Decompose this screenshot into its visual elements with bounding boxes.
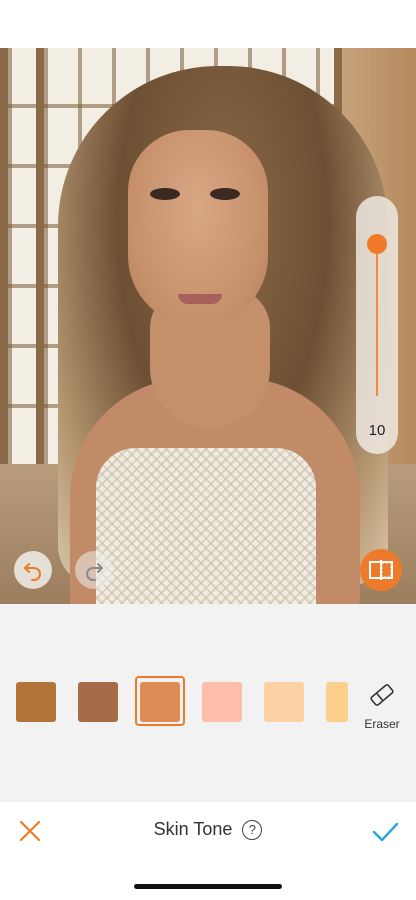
subject-mouth [178,294,222,304]
apply-button[interactable] [370,817,400,847]
slider-track[interactable] [376,244,378,396]
subject-eye-left [150,188,180,200]
redo-button[interactable] [75,551,113,589]
tool-title-group: Skin Tone ? [0,819,416,840]
eraser-tool[interactable]: Eraser [358,680,406,731]
compare-button[interactable] [360,549,402,591]
subject-crochet-top [96,448,316,604]
slider-value: 10 [368,422,386,439]
undo-button[interactable] [14,551,52,589]
home-indicator [134,884,282,889]
tool-title: Skin Tone [153,819,233,839]
tone-swatch[interactable] [202,682,242,722]
checkmark-icon [372,822,399,842]
tone-swatch[interactable] [264,682,304,722]
status-area [0,0,416,48]
selected-swatch-ring [135,676,185,726]
eraser-icon [370,684,394,706]
tone-swatch[interactable] [78,682,118,722]
tone-swatch[interactable] [326,682,348,722]
subject-eye-right [210,188,240,200]
undo-arrow-icon [24,563,41,581]
compare-split-icon [369,560,393,580]
slider-knob[interactable] [367,234,387,254]
tone-swatch[interactable] [16,682,56,722]
intensity-slider[interactable]: 10 [356,196,398,454]
help-icon[interactable]: ? [242,819,263,840]
photo-canvas[interactable] [0,48,416,604]
redo-arrow-icon [86,563,103,581]
eraser-label: Eraser [364,717,400,731]
